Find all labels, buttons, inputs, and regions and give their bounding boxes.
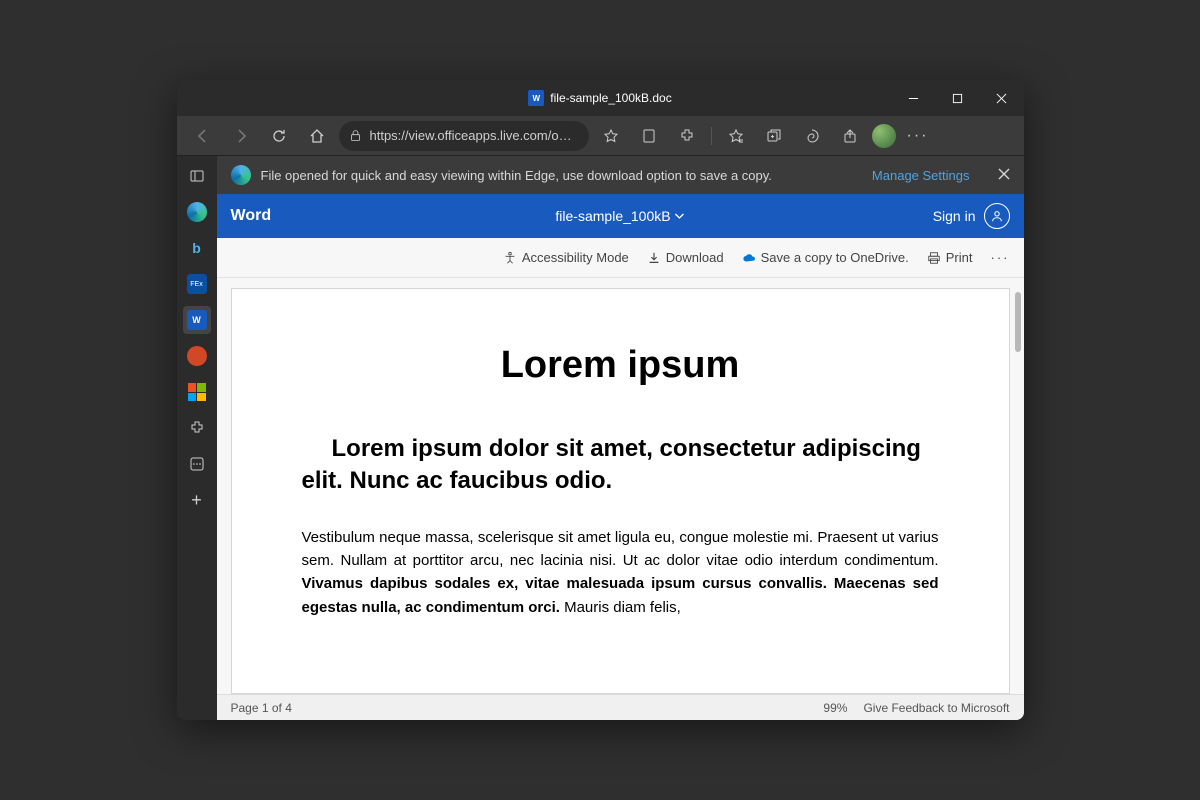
address-bar[interactable]: https://view.officeapps.live.com/o… [339, 121, 589, 151]
puzzle-icon [189, 420, 205, 436]
url-text: https://view.officeapps.live.com/o… [370, 128, 579, 143]
maximize-button[interactable] [936, 80, 980, 116]
fex-icon: FEx [187, 274, 207, 294]
download-icon [647, 251, 661, 265]
refresh-button[interactable] [263, 120, 295, 152]
profile-avatar[interactable] [872, 124, 896, 148]
document-body: Vestibulum neque massa, scelerisque sit … [302, 526, 939, 619]
document-name-dropdown[interactable]: file-sample_100kB [555, 208, 684, 224]
powerpoint-icon [187, 346, 207, 366]
browser-essentials-button[interactable] [796, 120, 828, 152]
scrollbar-thumb[interactable] [1015, 292, 1021, 352]
sidebar-tab-word[interactable]: W [183, 306, 211, 334]
status-bar: Page 1 of 4 99% Give Feedback to Microso… [217, 694, 1024, 720]
document-subtitle: Lorem ipsum dolor sit amet, consectetur … [302, 433, 939, 498]
download-button[interactable]: Download [647, 250, 724, 265]
document-viewer: File opened for quick and easy viewing w… [217, 156, 1024, 720]
save-onedrive-button[interactable]: Save a copy to OneDrive. [742, 250, 909, 265]
sidebar-tab-extension[interactable] [183, 414, 211, 442]
sidebar-tab-edge[interactable] [183, 198, 211, 226]
minimize-button[interactable] [892, 80, 936, 116]
browser-toolbar: https://view.officeapps.live.com/o… ··· [177, 116, 1024, 156]
window-title: file-sample_100kB.doc [550, 91, 671, 105]
word-icon: W [187, 310, 207, 330]
action-bar: Accessibility Mode Download Save a copy … [217, 238, 1024, 278]
edge-logo-icon [231, 165, 251, 185]
info-bar-message: File opened for quick and easy viewing w… [261, 168, 772, 183]
signin-link[interactable]: Sign in [933, 208, 976, 224]
window-titlebar: W file-sample_100kB.doc [177, 80, 1024, 116]
sidebar-tab-fex[interactable]: FEx [183, 270, 211, 298]
tab-actions-button[interactable] [183, 162, 211, 190]
forward-button[interactable] [225, 120, 257, 152]
office-app-icon[interactable] [633, 120, 665, 152]
accessibility-icon [503, 251, 517, 265]
info-bar-close-button[interactable] [998, 168, 1010, 183]
new-tab-button[interactable]: + [183, 486, 211, 514]
sidebar-tab-more[interactable] [183, 450, 211, 478]
document-area: Lorem ipsum Lorem ipsum dolor sit amet, … [217, 278, 1024, 694]
home-button[interactable] [301, 120, 333, 152]
info-bar: File opened for quick and easy viewing w… [217, 156, 1024, 194]
onedrive-icon [742, 251, 756, 265]
menu-button[interactable]: ··· [902, 120, 934, 152]
feedback-link[interactable]: Give Feedback to Microsoft [863, 701, 1009, 715]
more-square-icon [189, 456, 205, 472]
document-page: Lorem ipsum Lorem ipsum dolor sit amet, … [231, 288, 1010, 694]
back-button[interactable] [187, 120, 219, 152]
close-window-button[interactable] [980, 80, 1024, 116]
extensions-button[interactable] [671, 120, 703, 152]
sidebar-tab-bing[interactable]: b [183, 234, 211, 262]
edge-icon [187, 202, 207, 222]
sidebar-tab-microsoft[interactable] [183, 378, 211, 406]
plus-icon: + [191, 490, 202, 511]
bing-icon: b [192, 240, 201, 256]
microsoft-icon [188, 383, 206, 401]
word-header: Word file-sample_100kB Sign in [217, 194, 1024, 238]
print-icon [927, 251, 941, 265]
manage-settings-link[interactable]: Manage Settings [872, 168, 970, 183]
more-actions-button[interactable]: ··· [991, 250, 1010, 265]
vertical-tabs-sidebar: b FEx W + [177, 156, 217, 720]
zoom-level[interactable]: 99% [823, 701, 847, 715]
chevron-down-icon [675, 211, 685, 221]
favorite-button[interactable] [595, 120, 627, 152]
accessibility-mode-button[interactable]: Accessibility Mode [503, 250, 629, 265]
share-button[interactable] [834, 120, 866, 152]
sidebar-tab-powerpoint[interactable] [183, 342, 211, 370]
document-title: Lorem ipsum [302, 344, 939, 387]
page-indicator[interactable]: Page 1 of 4 [231, 701, 292, 715]
lock-icon [349, 129, 362, 142]
word-file-icon: W [528, 90, 544, 106]
word-brand: Word [231, 207, 272, 225]
collections-button[interactable] [758, 120, 790, 152]
print-button[interactable]: Print [927, 250, 973, 265]
browser-window: W file-sample_100kB.doc [177, 80, 1024, 720]
toolbar-divider [711, 127, 712, 145]
signin-avatar-icon[interactable] [984, 203, 1010, 229]
favorites-list-button[interactable] [720, 120, 752, 152]
